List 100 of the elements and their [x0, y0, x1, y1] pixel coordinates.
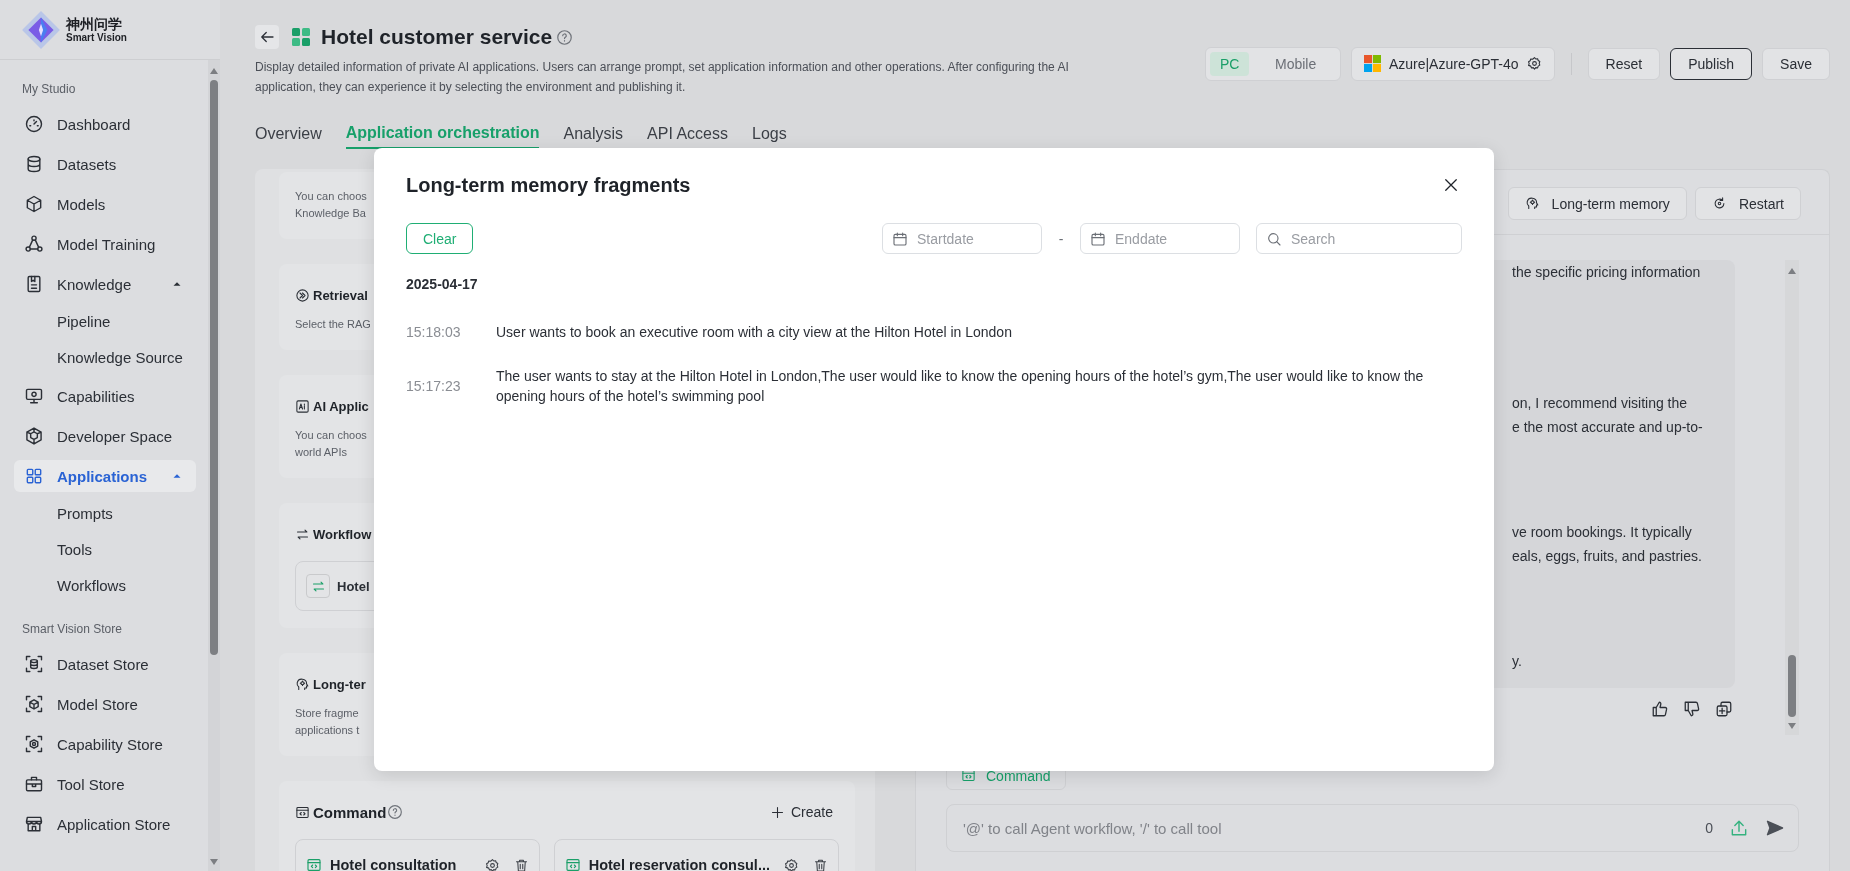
chat-action-button[interactable]: Restart: [1694, 187, 1801, 220]
nav-item[interactable]: Models: [14, 188, 196, 220]
copy-icon[interactable]: [1715, 700, 1733, 718]
message-text: ve room bookings. It typically: [1512, 522, 1692, 542]
nav-item[interactable]: Capability Store: [14, 728, 196, 760]
head-gear-icon: [1524, 196, 1540, 211]
nav-item[interactable]: Dashboard: [14, 108, 196, 140]
card-description: Knowledge Ba: [295, 206, 366, 221]
send-icon[interactable]: [1765, 818, 1785, 838]
nav-subitem[interactable]: Knowledge Source: [14, 344, 196, 372]
help-icon[interactable]: [387, 804, 404, 820]
card-title: AI Applic: [313, 398, 369, 414]
toolbox-icon: [24, 774, 44, 794]
thumbs-down-icon[interactable]: [1683, 700, 1701, 718]
platform-option[interactable]: Mobile: [1255, 51, 1336, 76]
trash-icon[interactable]: [513, 857, 529, 871]
settings-icon[interactable]: [784, 857, 799, 871]
action-button[interactable]: Publish: [1670, 47, 1753, 80]
action-button[interactable]: Reset: [1587, 47, 1661, 80]
database-icon: [24, 154, 44, 174]
back-button[interactable]: [255, 25, 279, 49]
memory-time: 15:18:03: [406, 324, 462, 340]
framed-cube-icon: [24, 694, 44, 714]
start-date-field[interactable]: Startdate: [882, 223, 1042, 254]
section-label: Smart Vision Store: [21, 622, 123, 638]
nav-item[interactable]: Model Training: [14, 228, 196, 260]
grid-icon: [24, 466, 44, 486]
date-heading: 2025-04-17: [406, 276, 479, 292]
trash-icon[interactable]: [813, 857, 828, 871]
nav-item[interactable]: Capabilities: [14, 380, 196, 412]
card-description: You can choos: [295, 189, 367, 204]
shop-icon: [24, 814, 44, 834]
card-description: applications t: [295, 723, 360, 738]
framed-database-icon: [24, 654, 44, 674]
code-window-icon: [306, 857, 322, 871]
app-icon: [291, 27, 311, 47]
scrollbar[interactable]: [1785, 260, 1799, 735]
memory-text: User wants to book an executive room with a city view at the Hilton Hotel in London: [496, 323, 1013, 342]
nav-item[interactable]: Datasets: [14, 148, 196, 180]
settings-icon[interactable]: [484, 857, 500, 871]
tab[interactable]: Overview: [255, 119, 322, 149]
card-description: Select the RAG: [295, 317, 371, 332]
command-name: Hotel consultation: [330, 857, 458, 871]
close-icon: [1442, 176, 1460, 194]
dialog-title: Long-term memory fragments: [406, 173, 691, 197]
nav-item[interactable]: Application Store: [14, 808, 196, 840]
nav-item[interactable]: Developer Space: [14, 420, 196, 452]
plus-icon: [769, 804, 785, 820]
nav-item[interactable]: Dataset Store: [14, 648, 196, 680]
message-text: y.: [1512, 651, 1522, 671]
card-title: Retrieval: [313, 287, 368, 303]
message-text: on, I recommend visiting the: [1512, 393, 1688, 413]
ai-badge-icon: [295, 398, 310, 414]
settings-icon: [1526, 56, 1542, 71]
card-title: Workflow: [313, 526, 372, 542]
nav-subitem[interactable]: Tools: [14, 536, 196, 564]
nav-subitem[interactable]: Pipeline: [14, 308, 196, 336]
nav-item[interactable]: Tool Store: [14, 768, 196, 800]
app-description: Display detailed information of private AI applications. Users can arrange prompt, set application information and other operations. After configuring the AI application, they can experience it by selecting the environment and publishing it.: [255, 59, 1070, 96]
search-field[interactable]: Search: [1256, 223, 1462, 254]
cube-icon: [24, 194, 44, 214]
code-window-icon: [961, 768, 976, 783]
help-icon[interactable]: [556, 28, 574, 46]
create-button[interactable]: Create: [763, 803, 839, 821]
calendar-icon: [892, 230, 908, 247]
tab[interactable]: API Access: [647, 119, 728, 149]
scrollbar[interactable]: [208, 60, 220, 871]
head-gear-icon: [295, 676, 310, 692]
card-description: world APIs: [295, 445, 347, 460]
command-item[interactable]: Hotel consultation: [295, 839, 540, 871]
code-window-icon: [564, 857, 581, 871]
framed-hexagon-icon: [24, 734, 44, 754]
gauge-icon: [24, 114, 44, 134]
message-text: the specific pricing information: [1512, 263, 1701, 282]
card-description: Store fragme: [295, 706, 359, 721]
thumbs-up-icon[interactable]: [1651, 700, 1669, 718]
tab[interactable]: Analysis: [563, 119, 624, 149]
model-selector[interactable]: Azure|Azure-GPT-4o: [1350, 46, 1555, 81]
brand-name: 神州问学: [66, 16, 123, 31]
refresh-icon: [1711, 196, 1727, 211]
tab[interactable]: Logs: [752, 119, 787, 149]
nav-item[interactable]: Knowledge: [14, 268, 196, 300]
nav-subitem[interactable]: Prompts: [14, 500, 196, 528]
command-item[interactable]: Hotel reservation consul...: [553, 839, 839, 871]
chat-action-button[interactable]: Long-term memory: [1507, 187, 1687, 220]
section-label: My Studio: [21, 82, 77, 98]
monitor-icon: [24, 386, 44, 406]
memory-text: The user wants to stay at the Hilton Hotel in London,The user would like to know the opening hours of the hotel’s gym,The user would like to know the opening hours of the hotel’s swimming pool: [496, 367, 1425, 406]
action-button[interactable]: Save: [1762, 47, 1830, 80]
nav-subitem[interactable]: Workflows: [14, 572, 196, 600]
nav-item[interactable]: Applications: [14, 460, 196, 492]
hexagon-cube-icon: [24, 426, 44, 446]
workflow-name: Hotel: [337, 578, 370, 594]
date-range-separator: -: [1057, 230, 1065, 247]
end-date-field[interactable]: Enddate: [1080, 223, 1240, 254]
four-squares-icon: [1363, 55, 1381, 72]
app-title: Hotel customer service: [321, 25, 553, 49]
memory-time: 15:17:23: [406, 378, 462, 394]
card-title: Command: [313, 803, 387, 821]
nav-item[interactable]: Model Store: [14, 688, 196, 720]
